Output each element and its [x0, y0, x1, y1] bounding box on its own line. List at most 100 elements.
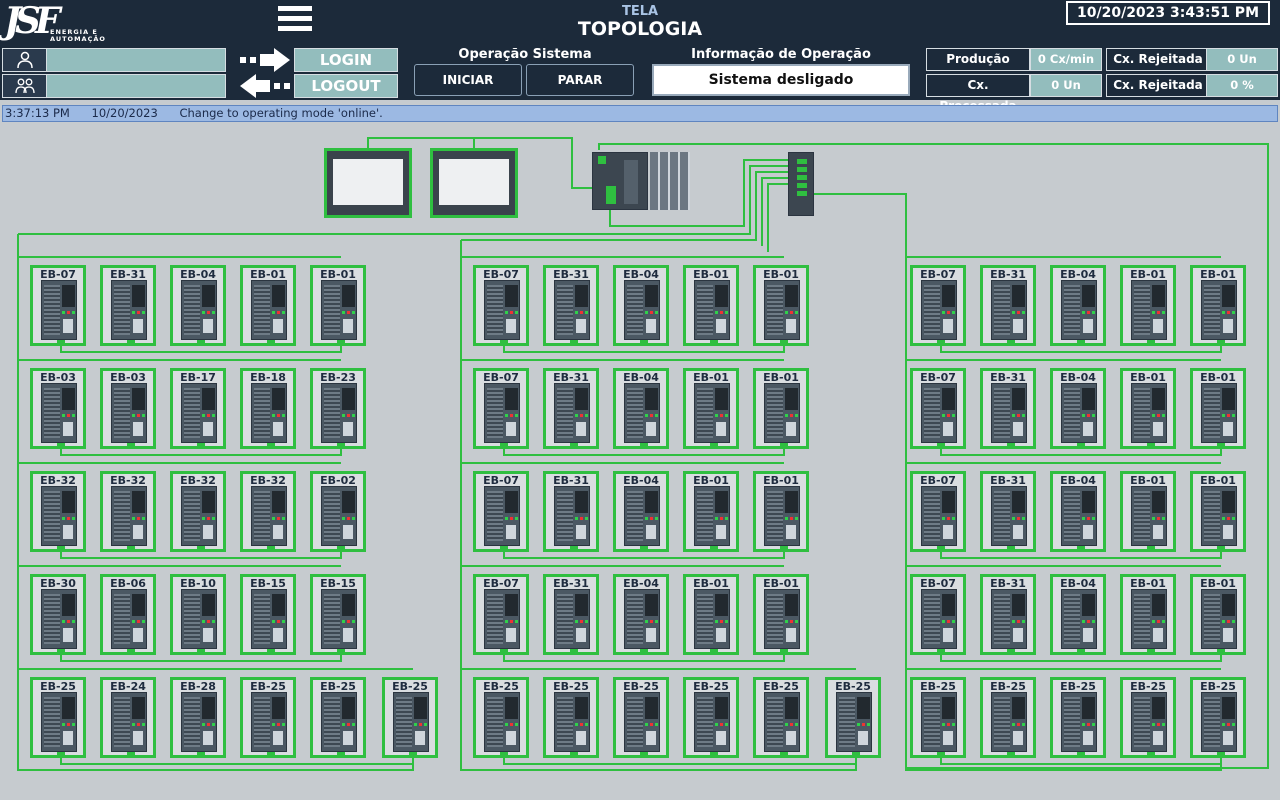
drive-unit[interactable]: EB-31 [543, 265, 599, 346]
drive-unit[interactable]: EB-31 [980, 471, 1036, 552]
drive-unit[interactable]: EB-03 [30, 368, 86, 449]
drive-unit[interactable]: EB-25 [613, 677, 669, 758]
drive-unit[interactable]: EB-31 [980, 265, 1036, 346]
drive-unit[interactable]: EB-01 [1190, 574, 1246, 655]
drive-unit[interactable]: EB-32 [30, 471, 86, 552]
drive-unit[interactable]: EB-07 [910, 471, 966, 552]
drive-unit[interactable]: EB-01 [753, 368, 809, 449]
processada-value: 0 Un [1030, 74, 1102, 97]
drive-unit[interactable]: EB-04 [613, 265, 669, 346]
hmi-panel-2[interactable] [430, 148, 518, 218]
user-field[interactable] [2, 48, 226, 72]
drive-unit[interactable]: EB-31 [543, 574, 599, 655]
drive-unit[interactable]: EB-32 [100, 471, 156, 552]
drive-unit[interactable]: EB-25 [240, 677, 296, 758]
drive-unit[interactable]: EB-07 [910, 265, 966, 346]
hamburger-menu-icon[interactable] [278, 6, 312, 38]
drive-unit[interactable]: EB-01 [683, 471, 739, 552]
drive-unit[interactable]: EB-23 [310, 368, 366, 449]
ethernet-port-icon [710, 443, 718, 448]
drive-unit[interactable]: EB-01 [683, 265, 739, 346]
drive-unit[interactable]: EB-01 [1120, 471, 1176, 552]
drive-unit[interactable]: EB-07 [473, 574, 529, 655]
drive-unit[interactable]: EB-01 [753, 471, 809, 552]
drive-unit[interactable]: EB-25 [382, 677, 438, 758]
drive-unit[interactable]: EB-01 [1190, 265, 1246, 346]
drive-unit[interactable]: EB-25 [30, 677, 86, 758]
stop-button[interactable]: PARAR [526, 64, 634, 96]
drive-unit[interactable]: EB-04 [613, 574, 669, 655]
drive-unit[interactable]: EB-25 [753, 677, 809, 758]
drive-unit[interactable]: EB-07 [473, 471, 529, 552]
drive-unit[interactable]: EB-04 [1050, 368, 1106, 449]
drive-unit[interactable]: EB-25 [1050, 677, 1106, 758]
drive-unit[interactable]: EB-18 [240, 368, 296, 449]
logout-button[interactable]: LOGOUT [294, 74, 398, 98]
drive-unit[interactable]: EB-01 [1120, 368, 1176, 449]
drive-unit[interactable]: EB-01 [240, 265, 296, 346]
drive-unit[interactable]: EB-04 [1050, 471, 1106, 552]
drive-unit[interactable]: EB-10 [170, 574, 226, 655]
drive-unit[interactable]: EB-01 [1190, 471, 1246, 552]
login-button[interactable]: LOGIN [294, 48, 398, 72]
drive-unit[interactable]: EB-25 [310, 677, 366, 758]
screen-label: TELA [621, 4, 659, 19]
drive-unit[interactable]: EB-25 [683, 677, 739, 758]
drive-unit[interactable]: EB-30 [30, 574, 86, 655]
drive-unit[interactable]: EB-24 [100, 677, 156, 758]
drive-unit[interactable]: EB-32 [240, 471, 296, 552]
drive-label: EB-04 [623, 474, 659, 487]
drive-icon [554, 692, 590, 752]
drive-unit[interactable]: EB-25 [473, 677, 529, 758]
drive-unit[interactable]: EB-17 [170, 368, 226, 449]
drive-unit[interactable]: EB-04 [170, 265, 226, 346]
hmi-panel-1[interactable] [324, 148, 412, 218]
drive-unit[interactable]: EB-15 [240, 574, 296, 655]
drive-unit[interactable]: EB-31 [100, 265, 156, 346]
ethernet-port-icon [1077, 649, 1085, 654]
drive-unit[interactable]: EB-25 [980, 677, 1036, 758]
drive-unit[interactable]: EB-32 [170, 471, 226, 552]
drive-unit[interactable]: EB-03 [100, 368, 156, 449]
drive-unit[interactable]: EB-07 [473, 265, 529, 346]
drive-unit[interactable]: EB-25 [825, 677, 881, 758]
drive-unit[interactable]: EB-25 [1120, 677, 1176, 758]
drive-unit[interactable]: EB-04 [1050, 265, 1106, 346]
alarm-line[interactable]: 3:37:13 PM 10/20/2023 Change to operatin… [2, 105, 1278, 122]
ethernet-port-icon [57, 546, 65, 551]
drive-unit[interactable]: EB-07 [30, 265, 86, 346]
drive-unit[interactable]: EB-04 [1050, 574, 1106, 655]
drive-icon [251, 486, 287, 546]
drive-unit[interactable]: EB-31 [980, 574, 1036, 655]
drive-unit[interactable]: EB-01 [1190, 368, 1246, 449]
drive-unit[interactable]: EB-31 [980, 368, 1036, 449]
drive-unit[interactable]: EB-01 [683, 574, 739, 655]
drive-unit[interactable]: EB-25 [543, 677, 599, 758]
network-switch[interactable] [788, 152, 814, 216]
drive-unit[interactable]: EB-31 [543, 471, 599, 552]
drive-unit[interactable]: EB-01 [1120, 574, 1176, 655]
drive-unit[interactable]: EB-07 [910, 368, 966, 449]
drive-unit[interactable]: EB-01 [683, 368, 739, 449]
plc-controller[interactable] [592, 152, 690, 212]
drive-unit[interactable]: EB-28 [170, 677, 226, 758]
user-group-field[interactable] [2, 74, 226, 98]
drive-unit[interactable]: EB-25 [910, 677, 966, 758]
drive-unit[interactable]: EB-04 [613, 368, 669, 449]
drive-unit[interactable]: EB-02 [310, 471, 366, 552]
drive-icon [764, 692, 800, 752]
drive-unit[interactable]: EB-15 [310, 574, 366, 655]
drive-unit[interactable]: EB-01 [310, 265, 366, 346]
drive-unit[interactable]: EB-04 [613, 471, 669, 552]
start-button[interactable]: INICIAR [414, 64, 522, 96]
drive-unit[interactable]: EB-01 [1120, 265, 1176, 346]
drive-unit[interactable]: EB-07 [910, 574, 966, 655]
drive-unit[interactable]: EB-01 [753, 265, 809, 346]
drive-unit[interactable]: EB-07 [473, 368, 529, 449]
drive-label: EB-25 [920, 680, 956, 693]
drive-unit[interactable]: EB-25 [1190, 677, 1246, 758]
drive-unit[interactable]: EB-31 [543, 368, 599, 449]
drive-unit[interactable]: EB-06 [100, 574, 156, 655]
drive-icon [1061, 692, 1097, 752]
drive-unit[interactable]: EB-01 [753, 574, 809, 655]
